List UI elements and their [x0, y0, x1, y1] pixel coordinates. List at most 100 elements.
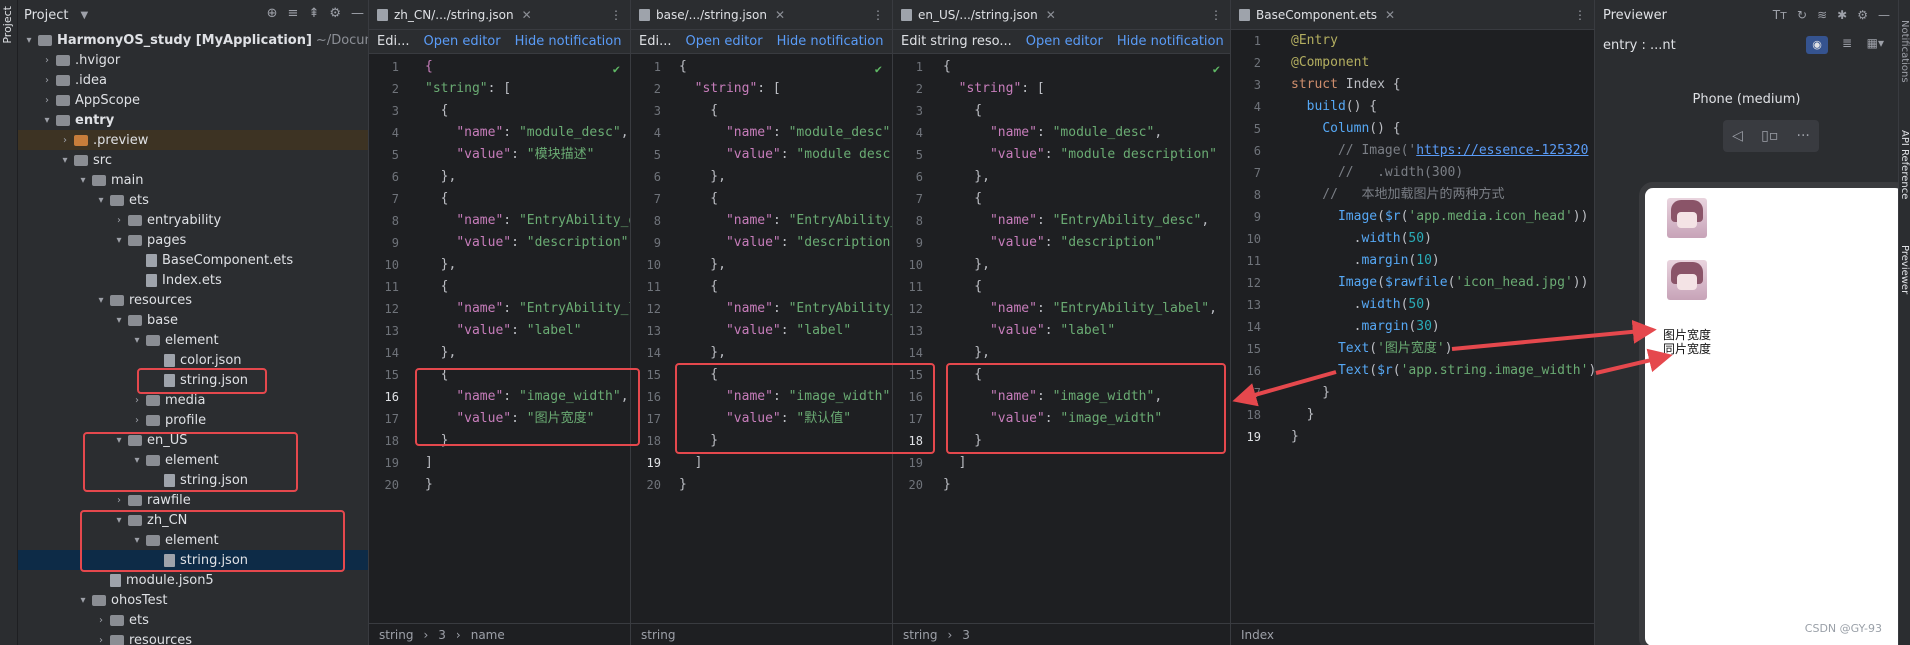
code-line[interactable]: }, [943, 342, 990, 364]
project-panel-title[interactable]: Project [24, 8, 68, 23]
code-line[interactable]: .width(50) [1291, 228, 1432, 250]
chevron-down-icon[interactable]: ▾ [130, 535, 144, 546]
tree-item[interactable]: › .idea [18, 70, 368, 90]
code-line[interactable]: } [943, 474, 951, 496]
hide-notification-link[interactable]: Hide notification [515, 34, 622, 49]
tree-item[interactable]: module.json5 [18, 570, 368, 590]
chevron-down-icon[interactable]: ▾ [76, 175, 90, 186]
tree-item[interactable]: › rawfile [18, 490, 368, 510]
code-line[interactable]: .margin(10) [1291, 250, 1440, 272]
tree-item[interactable]: ▾ en_US [18, 430, 368, 450]
code-line[interactable]: }, [679, 254, 726, 276]
open-editor-link[interactable]: Open editor [1026, 34, 1103, 49]
code-line[interactable]: } [1291, 382, 1330, 404]
tree-item[interactable]: ▾ ets [18, 190, 368, 210]
tree-item[interactable]: string.json [18, 550, 368, 570]
chevron-right-icon[interactable]: › [130, 415, 144, 426]
tree-item[interactable]: › profile [18, 410, 368, 430]
code-line[interactable]: "name": "EntryAbility_desc", [679, 210, 892, 232]
layers-icon[interactable]: ≋ [1817, 8, 1827, 22]
tree-item[interactable]: ▾ zh_CN [18, 510, 368, 530]
tree-item[interactable]: ▾ src [18, 150, 368, 170]
chevron-down-icon[interactable]: ▾ [112, 315, 126, 326]
rotate-icon[interactable]: ▯▫ [1761, 128, 1778, 144]
chevron-right-icon[interactable]: › [40, 95, 54, 106]
gear-icon[interactable]: ⚙ [329, 6, 341, 21]
tree-item[interactable]: ▾ pages [18, 230, 368, 250]
close-icon[interactable]: ✕ [522, 8, 532, 22]
font-size-icon[interactable]: Tт [1773, 8, 1787, 22]
close-icon[interactable]: ✕ [775, 8, 785, 22]
code-line[interactable]: "name": "EntryAbility_label", [425, 298, 630, 320]
tree-item[interactable]: string.json [18, 470, 368, 490]
code-line[interactable]: "name": "module_desc", [943, 122, 1162, 144]
chevron-right-icon[interactable]: › [94, 615, 108, 626]
code-line[interactable]: "name": "EntryAbility_desc", [943, 210, 1209, 232]
api-reference-tool[interactable]: API Reference [1899, 130, 1910, 199]
code-line[interactable]: }, [425, 166, 457, 188]
code-line[interactable]: "string": [ [425, 78, 511, 100]
tree-item[interactable]: ▾ base [18, 310, 368, 330]
code-line[interactable]: { [425, 364, 449, 386]
tree-item[interactable]: string.json [18, 370, 368, 390]
tree-item[interactable]: ▾ resources [18, 290, 368, 310]
code-line[interactable]: "value": "模块描述" [425, 144, 594, 166]
chevron-down-icon[interactable]: ▾ [112, 515, 126, 526]
code-line[interactable]: } [679, 474, 687, 496]
tree-item[interactable]: BaseComponent.ets [18, 250, 368, 270]
collapse-all-icon[interactable]: ⇞ [308, 6, 319, 21]
code-line[interactable]: ] [943, 452, 967, 474]
chevron-down-icon[interactable]: ▾ [40, 115, 54, 126]
code-line[interactable]: "name": "EntryAbility_label", [679, 298, 892, 320]
code-line[interactable]: "name": "module_desc", [425, 122, 628, 144]
code-line[interactable]: { [425, 100, 449, 122]
code-line[interactable]: "value": "默认值" [679, 408, 851, 430]
more-icon[interactable]: ⋮ [1574, 8, 1586, 22]
bug-icon[interactable]: ✱ [1837, 8, 1847, 22]
code-line[interactable]: "name": "module_desc", [679, 122, 892, 144]
chevron-right-icon[interactable]: › [94, 635, 108, 645]
more-icon[interactable]: ⋮ [610, 8, 622, 22]
breadcrumb-item[interactable]: 3 [962, 628, 970, 642]
breadcrumb-item[interactable]: 3 [438, 628, 446, 642]
code-line[interactable]: "value": "label" [943, 320, 1115, 342]
code-line[interactable]: // .width(300) [1291, 162, 1463, 184]
gear-icon[interactable]: ⚙ [1857, 8, 1868, 22]
code-line[interactable]: struct Index { [1291, 74, 1401, 96]
editor-tab[interactable]: zh_CN/.../string.json ✕ ⋮ [369, 0, 630, 30]
close-icon[interactable]: ✕ [1046, 8, 1056, 22]
code-line[interactable]: .margin(30) [1291, 316, 1440, 338]
code-line[interactable]: "value": "module description" [943, 144, 1217, 166]
code-line[interactable]: { [943, 276, 982, 298]
tree-item[interactable]: ▾ ohosTest [18, 590, 368, 610]
code-line[interactable]: } [1291, 404, 1315, 426]
code-line[interactable]: { [425, 276, 449, 298]
code-line[interactable]: { [425, 56, 433, 78]
code-line[interactable]: "value": "label" [679, 320, 851, 342]
tree-item[interactable]: › media [18, 390, 368, 410]
code-line[interactable]: "value": "label" [425, 320, 581, 342]
refresh-icon[interactable]: ↻ [1797, 8, 1807, 22]
hide-notification-link[interactable]: Hide notification [777, 34, 884, 49]
chevron-right-icon[interactable]: › [130, 395, 144, 406]
code-line[interactable]: } [1291, 426, 1299, 448]
code-line[interactable]: }, [425, 254, 457, 276]
chevron-right-icon[interactable]: › [58, 135, 72, 146]
breadcrumb-item[interactable]: string [641, 628, 675, 642]
tree-item[interactable]: ▾ element [18, 330, 368, 350]
code-line[interactable]: "name": "image_width", [943, 386, 1162, 408]
code-line[interactable]: @Component [1291, 52, 1369, 74]
code-line[interactable]: "name": "image_width", [425, 386, 628, 408]
code-line[interactable]: { [679, 100, 718, 122]
tree-item[interactable]: ▾ entry [18, 110, 368, 130]
tree-item[interactable]: ▾ main [18, 170, 368, 190]
code-line[interactable]: "string": [ [943, 78, 1045, 100]
code-line[interactable]: Text('图片宽度') [1291, 338, 1453, 360]
code-line[interactable]: "value": "image_width" [943, 408, 1162, 430]
open-editor-link[interactable]: Open editor [685, 34, 762, 49]
stack-icon[interactable]: ≣ [1842, 36, 1852, 50]
code-line[interactable]: "string": [ [679, 78, 781, 100]
editor-tab[interactable]: BaseComponent.ets ✕ ⋮ [1231, 0, 1594, 30]
chevron-down-icon[interactable]: ▾ [58, 155, 72, 166]
tree-item[interactable]: › .hvigor [18, 50, 368, 70]
